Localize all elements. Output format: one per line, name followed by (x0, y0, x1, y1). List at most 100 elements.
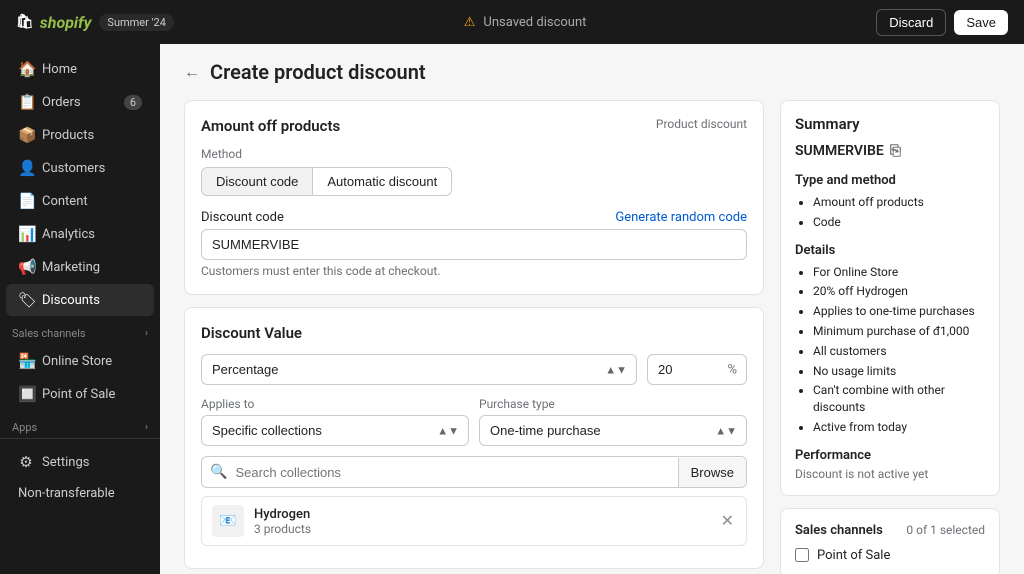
summary-panel: Summary SUMMERVIBE ⎘ Type and method Amo… (780, 100, 1000, 574)
unsaved-label: Unsaved discount (483, 15, 586, 30)
sidebar-item-label: Discounts (42, 293, 100, 308)
discount-code-tab[interactable]: Discount code (201, 167, 313, 196)
summary-title: Summary (795, 115, 985, 133)
analytics-icon: 📊 (18, 225, 34, 243)
topbar-left: 🛍 shopify Summer '24 (16, 13, 174, 32)
sidebar-item-label: Marketing (42, 260, 100, 275)
detail-item: Minimum purchase of đ1,000 (813, 323, 985, 340)
discount-code-field-label: Discount code Generate random code (201, 210, 747, 225)
type-method-list: Amount off products Code (795, 194, 985, 231)
layout: 🏠 Home 📋 Orders 6 📦 Products 👤 Customers… (0, 44, 1024, 574)
collection-info: Hydrogen 3 products (254, 507, 709, 536)
discount-type-select[interactable]: Percentage Fixed amount (201, 354, 637, 385)
collection-search-bar: 🔍 Browse (201, 456, 747, 488)
main-content: ← Create product discount Amount off pro… (160, 44, 1024, 574)
discount-value-card: Discount Value Percentage Fixed amount ▲… (184, 307, 764, 569)
collection-search-input[interactable] (235, 458, 677, 487)
shopify-bag-icon: 🛍 (16, 14, 34, 30)
marketing-icon: 📢 (18, 258, 34, 276)
topbar-right: Discard Save (876, 9, 1008, 36)
orders-icon: 📋 (18, 93, 34, 111)
sidebar-item-point-of-sale[interactable]: 🔲 Point of Sale (6, 378, 154, 410)
amount-off-card: Amount off products Product discount Met… (184, 100, 764, 295)
detail-item: Can't combine with other discounts (813, 382, 985, 416)
sidebar-item-label: Home (42, 62, 77, 77)
automatic-discount-tab[interactable]: Automatic discount (313, 167, 452, 196)
sidebar-item-label: Content (42, 194, 88, 209)
search-icon: 🔍 (202, 457, 235, 487)
remove-collection-button[interactable]: ✕ (719, 509, 736, 533)
sidebar-item-discounts[interactable]: 🏷 Discounts (6, 284, 154, 316)
sales-channels-title: Sales channels (795, 523, 883, 538)
performance-title: Performance (795, 448, 985, 463)
sidebar-item-settings[interactable]: ⚙ Settings (6, 446, 154, 478)
summer-badge: Summer '24 (99, 14, 173, 31)
sidebar-item-online-store[interactable]: 🏪 Online Store (6, 345, 154, 377)
summary-card: Summary SUMMERVIBE ⎘ Type and method Amo… (780, 100, 1000, 496)
applies-to-select[interactable]: Specific collections Specific products (201, 415, 469, 446)
sidebar-item-label: Analytics (42, 227, 95, 242)
sidebar-item-home[interactable]: 🏠 Home (6, 53, 154, 85)
topbar-center: ⚠ Unsaved discount (464, 15, 587, 30)
sidebar-item-analytics[interactable]: 📊 Analytics (6, 218, 154, 250)
sidebar-item-label: Customers (42, 161, 105, 176)
sidebar-item-customers[interactable]: 👤 Customers (6, 152, 154, 184)
sidebar-item-label: Point of Sale (42, 387, 115, 402)
applies-row: Applies to Specific collections Specific… (201, 397, 747, 446)
method-tabs: Discount code Automatic discount (201, 167, 747, 196)
type-method-item: Amount off products (813, 194, 985, 211)
collection-count: 3 products (254, 522, 709, 536)
browse-button[interactable]: Browse (678, 458, 746, 487)
details-title: Details (795, 243, 985, 258)
discard-button[interactable]: Discard (876, 9, 946, 36)
generate-random-code-link[interactable]: Generate random code (615, 210, 747, 225)
method-label: Method (201, 147, 747, 161)
discount-value-title: Discount Value (201, 324, 747, 342)
collection-icon: 📧 (212, 505, 244, 537)
copy-icon[interactable]: ⎘ (890, 143, 901, 159)
page-title: Create product discount (210, 60, 426, 84)
detail-item: Active from today (813, 419, 985, 436)
pos-channel-checkbox[interactable] (795, 548, 809, 562)
main-column: Amount off products Product discount Met… (184, 100, 764, 574)
shopify-wordmark: shopify (40, 13, 92, 32)
sidebar-item-label: Products (42, 128, 94, 143)
summary-code: SUMMERVIBE ⎘ (795, 143, 985, 159)
products-icon: 📦 (18, 126, 34, 144)
pos-channel-label: Point of Sale (817, 548, 890, 563)
topbar: 🛍 shopify Summer '24 ⚠ Unsaved discount … (0, 0, 1024, 44)
sidebar-item-label: Online Store (42, 354, 112, 369)
apps-section-label: Apps › (0, 411, 160, 438)
content-grid: Amount off products Product discount Met… (184, 100, 1000, 574)
discount-value-input-wrap: % (647, 354, 747, 385)
save-button[interactable]: Save (954, 10, 1008, 35)
sidebar-item-marketing[interactable]: 📢 Marketing (6, 251, 154, 283)
warning-icon: ⚠ (464, 15, 476, 30)
sidebar-item-products[interactable]: 📦 Products (6, 119, 154, 151)
discount-code-input[interactable] (201, 229, 747, 260)
purchase-type-select[interactable]: One-time purchase Subscription (479, 415, 747, 446)
sidebar-item-label: Orders (42, 95, 81, 110)
home-icon: 🏠 (18, 60, 34, 78)
page-header: ← Create product discount (184, 60, 1000, 84)
back-button[interactable]: ← (184, 62, 200, 82)
orders-badge: 6 (124, 95, 142, 110)
sales-channels-section-label: Sales channels › (0, 317, 160, 344)
sidebar-item-orders[interactable]: 📋 Orders 6 (6, 86, 154, 118)
online-store-icon: 🏪 (18, 352, 34, 370)
discount-type-wrapper: Percentage Fixed amount ▲▼ (201, 354, 637, 385)
sales-channels-header: Sales channels 0 of 1 selected (795, 523, 985, 538)
customers-icon: 👤 (18, 159, 34, 177)
sidebar-item-content[interactable]: 📄 Content (6, 185, 154, 217)
non-transferable-label: Non-transferable (18, 486, 115, 501)
details-list: For Online Store 20% off Hydrogen Applie… (795, 264, 985, 436)
sidebar-item-non-transferable[interactable]: Non-transferable (6, 479, 154, 508)
type-method-item: Code (813, 214, 985, 231)
purchase-type-col: Purchase type One-time purchase Subscrip… (479, 397, 747, 446)
detail-item: Applies to one-time purchases (813, 303, 985, 320)
discounts-icon: 🏷 (18, 291, 34, 309)
purchase-type-label: Purchase type (479, 397, 747, 411)
purchase-type-wrapper: One-time purchase Subscription ▲▼ (479, 415, 747, 446)
discount-code-hint: Customers must enter this code at checko… (201, 264, 747, 278)
apps-label: Apps (12, 421, 37, 434)
